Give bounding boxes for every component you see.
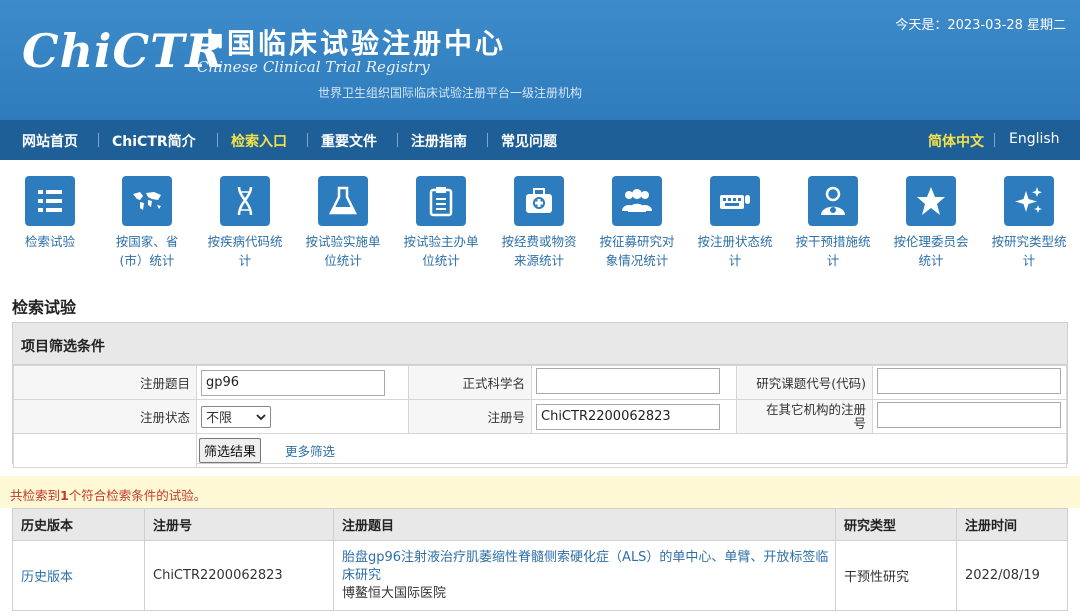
lang-english[interactable]: English	[1009, 131, 1060, 147]
menu-by-intervention[interactable]: 按干预措施统计	[785, 176, 881, 270]
col-reg-date: 注册时间	[956, 508, 1068, 541]
nav-divider	[994, 133, 995, 147]
study-type-cell: 干预性研究	[835, 540, 957, 611]
star-icon	[906, 176, 956, 226]
reg-title-input[interactable]: gp96	[201, 369, 385, 396]
chictr-logo[interactable]: ChiCTR	[22, 24, 225, 78]
result-count: 1	[60, 488, 69, 503]
menu-by-funding[interactable]: 按经费或物资 来源统计	[491, 176, 587, 270]
menu-by-disease-code[interactable]: 按疾病代码统计	[197, 176, 293, 270]
lang-chinese[interactable]: 简体中文	[928, 131, 984, 151]
nav-divider	[307, 133, 308, 147]
site-title-cn: 中国临床试验注册中心	[196, 27, 507, 60]
table-row: 历史版本 ChiCTR2200062823 胎盘gp96注射液治疗肌萎缩性脊髓侧…	[12, 540, 1068, 611]
more-filters-link[interactable]: 更多筛选	[285, 444, 335, 459]
reg-status-select[interactable]: 不限	[201, 405, 271, 428]
col-reg-no: 注册号	[144, 508, 334, 541]
doctor-icon	[808, 176, 858, 226]
other-reg-input[interactable]	[877, 402, 1061, 428]
study-code-label: 研究课题代号(代码)	[736, 365, 873, 400]
col-study-type: 研究类型	[835, 508, 957, 541]
nav-divider	[397, 133, 398, 147]
menu-by-recruitment[interactable]: 按征募研究对 象情况统计	[589, 176, 685, 270]
current-date: 今天是：2023-03-28 星期二	[895, 18, 1066, 33]
reg-status-label: 注册状态	[13, 399, 197, 434]
col-title: 注册题目	[333, 508, 836, 541]
medical-kit-icon	[514, 176, 564, 226]
reg-date-cell: 2022/08/19	[956, 540, 1068, 611]
nav-search[interactable]: 检索入口	[231, 131, 287, 151]
filter-form: 注册题目 gp96 正式科学名 研究课题代号(代码) 注册状态 不限 注册号 C…	[13, 365, 1067, 468]
site-header: ChiCTR 中国临床试验注册中心 Chinese Clinical Trial…	[0, 0, 1080, 120]
filter-panel: 项目筛选条件 注册题目 gp96 正式科学名 研究课题代号(代码) 注册状态 不…	[12, 322, 1068, 468]
keyboard-icon	[710, 176, 760, 226]
chevron-down-icon	[256, 413, 266, 420]
nav-documents[interactable]: 重要文件	[321, 131, 377, 151]
menu-by-status[interactable]: 按注册状态统计	[687, 176, 783, 270]
nav-guide[interactable]: 注册指南	[411, 131, 467, 151]
sci-name-label: 正式科学名	[408, 365, 532, 400]
filter-panel-header: 项目筛选条件	[13, 323, 1067, 365]
sparkle-icon	[1004, 176, 1054, 226]
results-table: 历史版本 注册号 注册题目 研究类型 注册时间 历史版本 ChiCTR22000…	[12, 508, 1068, 611]
nav-home[interactable]: 网站首页	[22, 131, 78, 151]
filter-panel-title: 项目筛选条件	[21, 339, 105, 355]
study-code-input[interactable]	[877, 368, 1061, 394]
nav-divider	[487, 133, 488, 147]
menu-by-study-type[interactable]: 按研究类型统计	[981, 176, 1077, 270]
menu-by-country[interactable]: 按国家、省 (市）统计	[99, 176, 195, 270]
col-history: 历史版本	[12, 508, 145, 541]
nav-divider	[217, 133, 218, 147]
nav-about[interactable]: ChiCTR简介	[112, 131, 196, 151]
dna-icon	[220, 176, 270, 226]
results-header-row: 历史版本 注册号 注册题目 研究类型 注册时间	[12, 508, 1068, 541]
trial-title-link[interactable]: 胎盘gp96注射液治疗肌萎缩性脊髓侧索硬化症（ALS）的单中心、单臂、开放标签临…	[342, 549, 835, 585]
result-count-notice: 共检索到1个符合检索条件的试验。	[0, 476, 1080, 508]
reg-no-cell: ChiCTR2200062823	[144, 540, 334, 611]
reg-title-label: 注册题目	[13, 365, 197, 400]
reg-no-input[interactable]: ChiCTR2200062823	[536, 403, 720, 430]
flask-icon	[318, 176, 368, 226]
stats-icon-menu: 检索试验 按国家、省 (市）统计 按疾病代码统计 按试验实施单 位统计 按试验主办单…	[0, 160, 1080, 288]
people-icon	[612, 176, 662, 226]
page-title: 检索试验	[12, 298, 77, 317]
world-map-icon	[122, 176, 172, 226]
nav-faq[interactable]: 常见问题	[501, 131, 557, 151]
menu-by-site[interactable]: 按试验实施单 位统计	[295, 176, 391, 270]
sci-name-input[interactable]	[536, 368, 720, 394]
menu-search-trials[interactable]: 检索试验	[2, 176, 98, 251]
site-title-en: Chinese Clinical Trial Registry	[197, 58, 430, 76]
filter-submit-button[interactable]: 筛选结果	[199, 438, 262, 463]
main-nav: 网站首页 ChiCTR简介 检索入口 重要文件 注册指南 常见问题 简体中文 E…	[0, 120, 1080, 160]
menu-by-ethics[interactable]: 按伦理委员会 统计	[883, 176, 979, 270]
reg-no-label: 注册号	[408, 399, 532, 434]
history-version-link[interactable]: 历史版本	[21, 570, 73, 585]
other-reg-label: 在其它机构的注册 号	[736, 399, 873, 434]
menu-by-sponsor[interactable]: 按试验主办单 位统计	[393, 176, 489, 270]
site-subtitle: 世界卫生组织国际临床试验注册平台一级注册机构	[318, 86, 583, 100]
clipboard-icon	[416, 176, 466, 226]
list-icon	[25, 176, 75, 226]
nav-divider	[98, 133, 99, 147]
sponsor-name: 博鳌恒大国际医院	[342, 585, 447, 601]
